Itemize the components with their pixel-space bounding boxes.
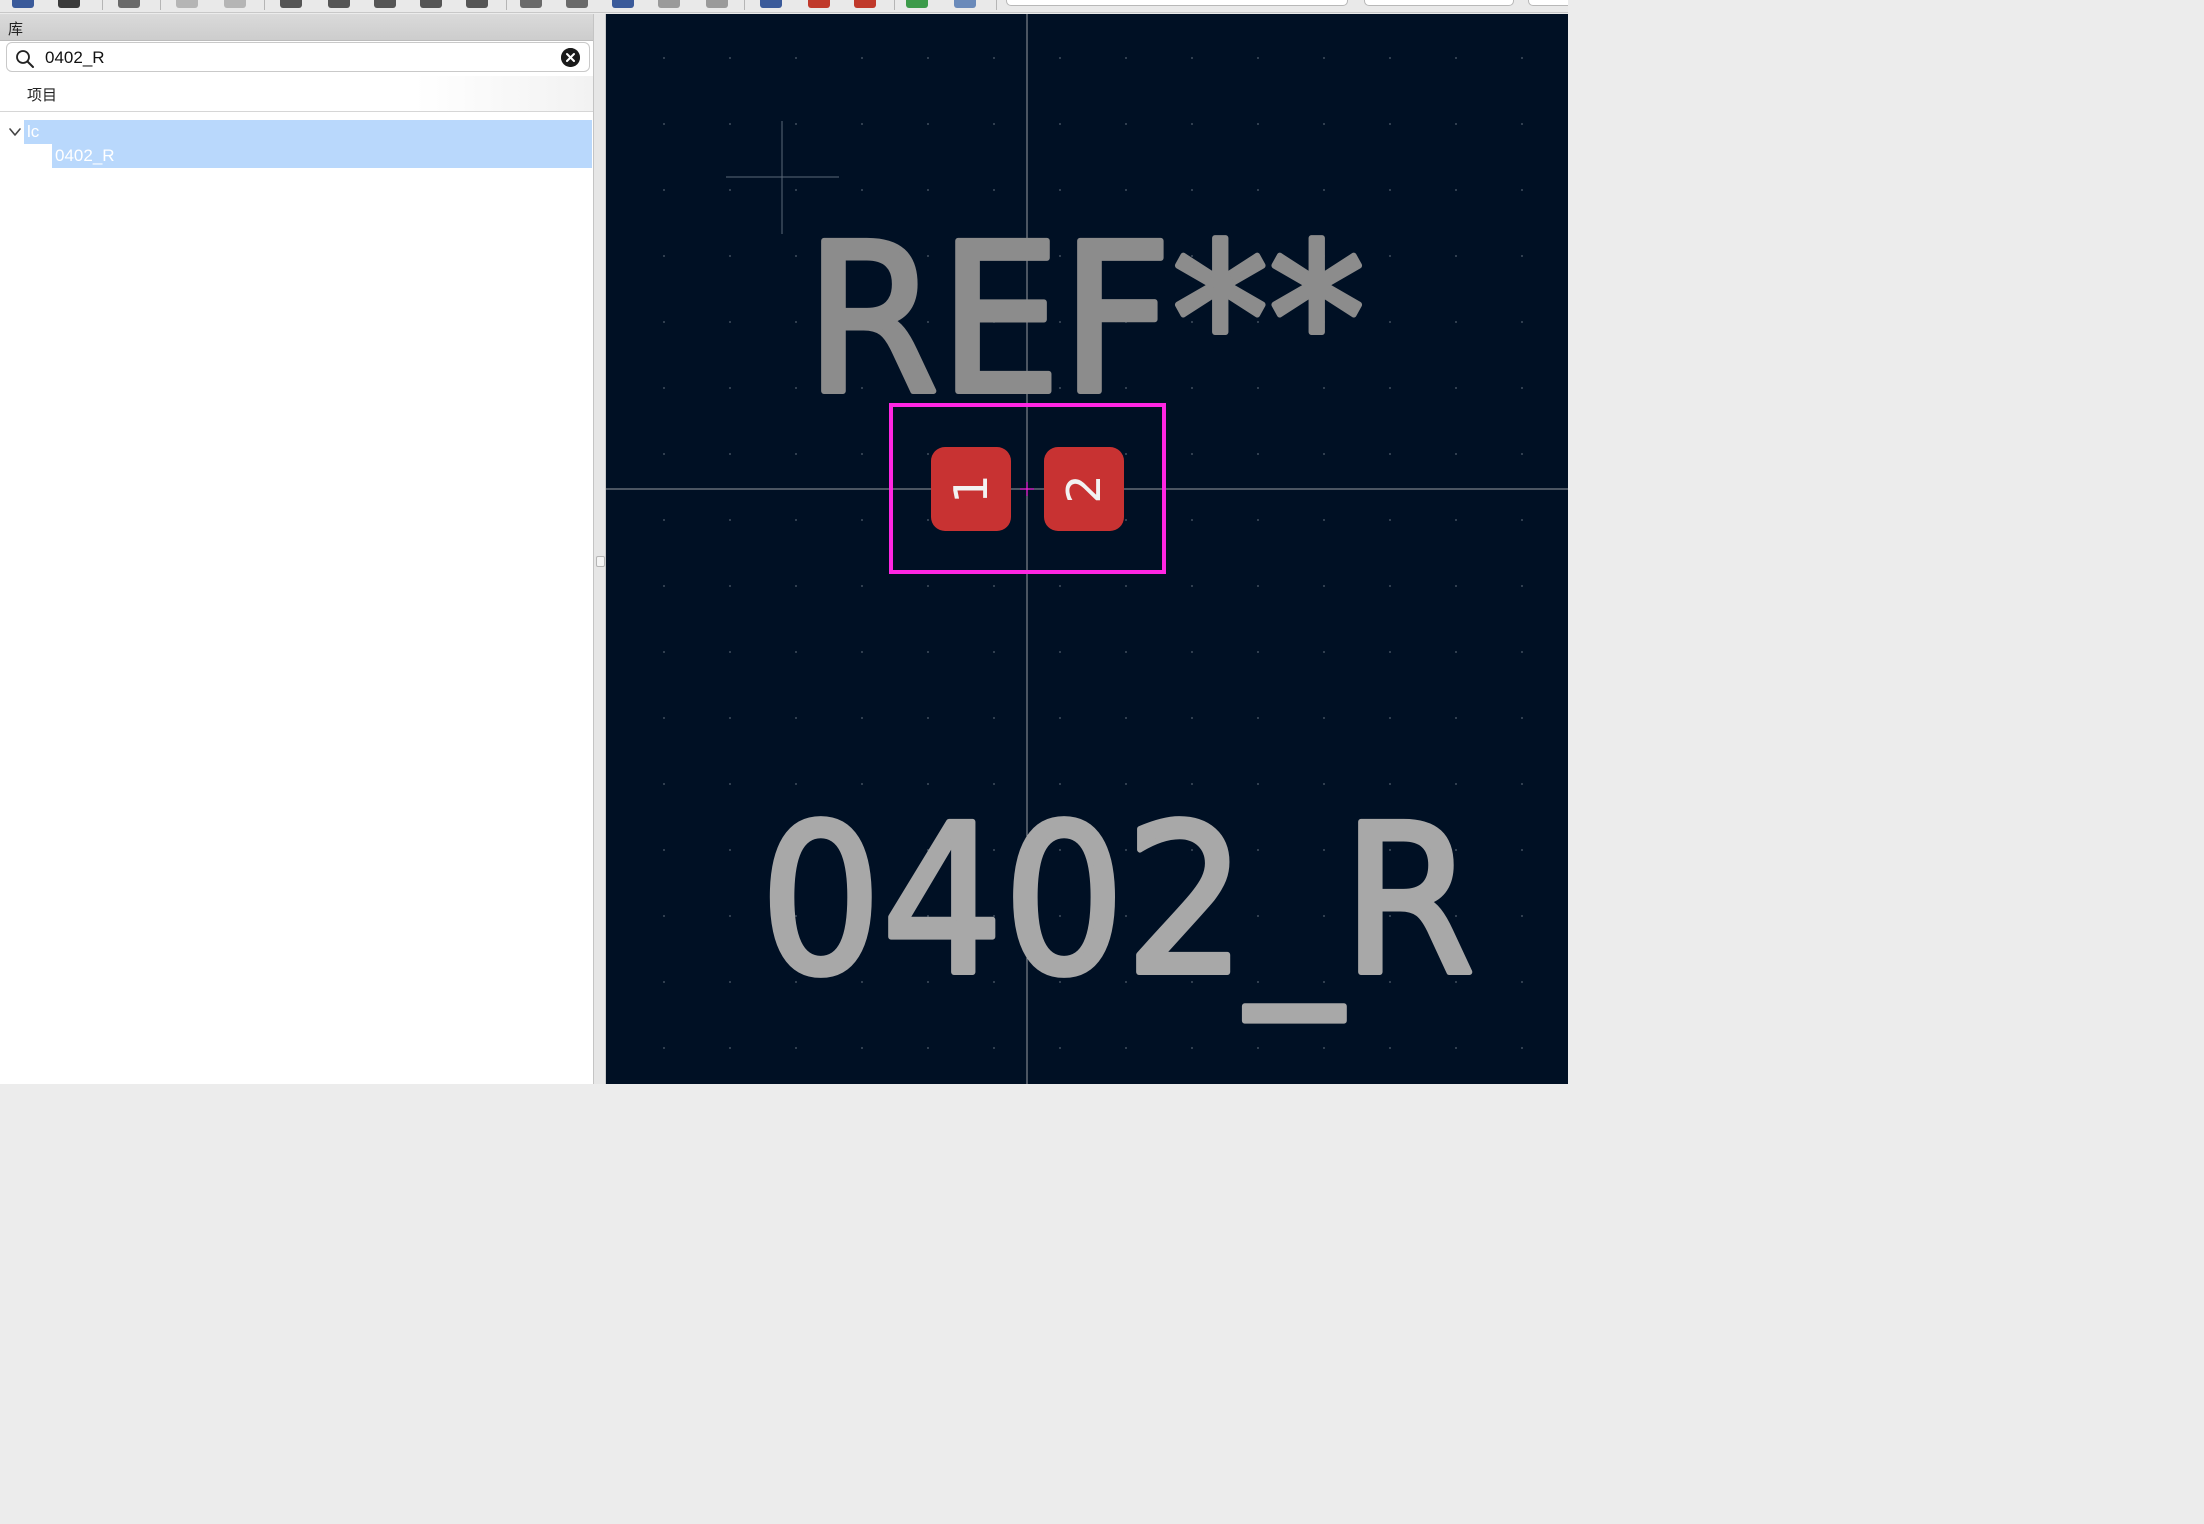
footprint-wizard-icon[interactable] [808,0,830,8]
toolbar-separator [264,0,265,10]
tree-item-footprint-label: 0402_R [55,146,115,165]
toolbar-separator [744,0,745,10]
value-text[interactable]: 0402_R [757,778,1478,1024]
measure-icon[interactable] [520,0,542,8]
search-icon [16,50,34,68]
refresh-icon[interactable] [280,0,302,8]
canvas-drawing: REF** 1 2 0402_R [606,14,1568,1084]
tree-item-library-label: lc [27,122,40,141]
library-panel-title: 库 [8,20,24,38]
pad-icon[interactable] [612,0,634,8]
align-icon[interactable] [706,0,728,8]
tree-item-library[interactable]: lc [24,120,592,144]
library-search-box[interactable] [6,42,590,72]
load-board-icon[interactable] [906,0,928,8]
save-icon[interactable] [58,0,80,8]
check-footprint-icon[interactable] [854,0,876,8]
layer-select[interactable] [1528,0,1568,6]
insert-board-icon[interactable] [954,0,976,8]
copy-icon[interactable] [118,0,140,8]
tree-column-header[interactable]: 项目 [0,76,593,112]
pad-1[interactable]: 1 [931,447,1011,531]
properties-icon[interactable] [566,0,588,8]
zoom-select[interactable] [1364,0,1514,6]
pad-2[interactable]: 2 [1044,447,1124,531]
redo-icon[interactable] [224,0,246,8]
library-table-icon[interactable] [760,0,782,8]
clear-search-icon[interactable] [561,48,580,67]
zoom-selection-icon[interactable] [466,0,488,8]
main-toolbar [0,0,1568,13]
zoom-fit-icon[interactable] [420,0,442,8]
library-browser-icon[interactable] [12,0,34,8]
search-input[interactable] [43,46,547,70]
toolbar-separator [160,0,161,10]
panel-splitter[interactable] [594,14,606,1084]
splitter-handle[interactable] [596,556,605,567]
zoom-out-icon[interactable] [374,0,396,8]
zoom-in-icon[interactable] [328,0,350,8]
footprint-anchor-marker [1020,482,1034,496]
library-panel-header: 库 [0,14,593,41]
pad-1-number: 1 [944,474,998,503]
footprint-canvas[interactable]: REF** 1 2 0402_R [606,14,1568,1084]
toolbar-separator [894,0,895,10]
toolbar-separator [102,0,103,10]
library-panel: 库 项目 lc 0402_R [0,14,594,1084]
column-header-label: 项目 [27,86,58,104]
chevron-down-icon[interactable] [8,125,22,139]
grid-icon[interactable] [658,0,680,8]
tree-item-footprint[interactable]: 0402_R [52,144,592,168]
toolbar-separator [996,0,997,10]
undo-icon[interactable] [176,0,198,8]
toolbar-separator [506,0,507,10]
pad-2-number: 2 [1057,474,1111,503]
grid-select[interactable] [1006,0,1348,6]
